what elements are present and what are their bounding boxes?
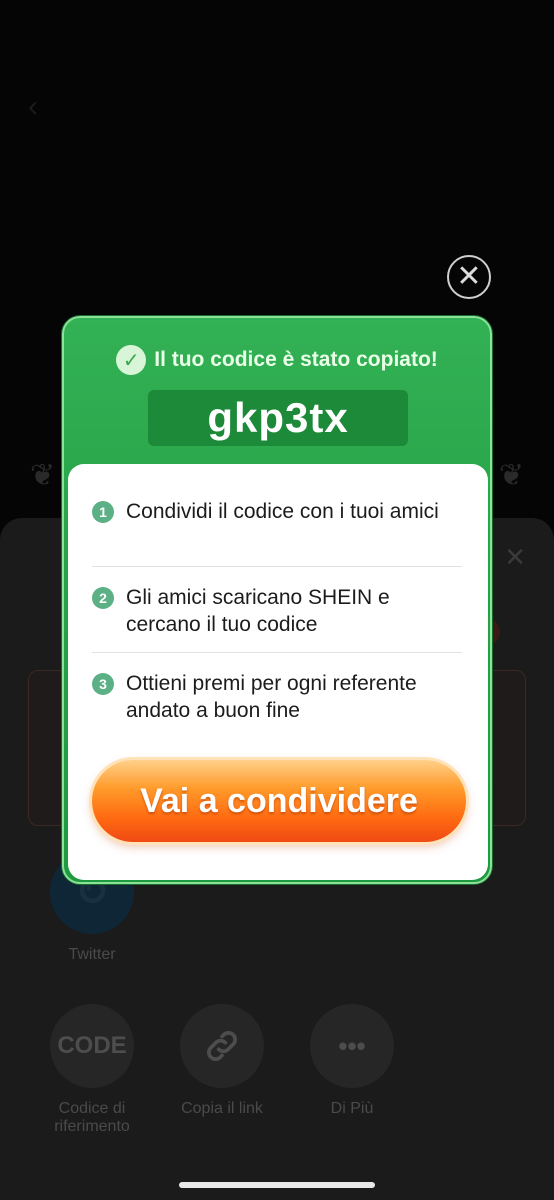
step-1-number: 1 [92, 501, 114, 523]
close-button[interactable]: ✕ [447, 255, 491, 299]
share-copy-link[interactable]: Copia il link [157, 1004, 287, 1118]
modal-header-text: Il tuo codice è stato copiato! [154, 348, 438, 371]
close-icon: ✕ [456, 260, 482, 293]
step-3: 3 Ottieni premi per ogni referente andat… [92, 670, 462, 724]
share-copy-link-label: Copia il link [181, 1100, 263, 1117]
modal-header: ✓ Il tuo codice è stato copiato! [64, 342, 490, 378]
background-header: ‹ [0, 70, 554, 250]
code-icon: CODE [50, 1004, 134, 1088]
step-2: 2 Gli amici scaricano SHEIN e cercano il… [92, 584, 462, 638]
share-more-label: Di Più [330, 1100, 374, 1117]
home-indicator [179, 1182, 375, 1188]
more-icon: ••• [310, 1004, 394, 1088]
divider [92, 652, 462, 653]
modal-steps: 1 Condividi il codice con i tuoi amici 2… [68, 464, 488, 880]
share-referral-code[interactable]: CODE Codice di riferimento [27, 1004, 157, 1136]
step-2-text: Gli amici scaricano SHEIN e cercano il t… [126, 586, 390, 636]
share-more[interactable]: ••• Di Più [287, 1004, 417, 1118]
sheet-close-icon: ✕ [504, 542, 526, 572]
share-button[interactable]: Vai a condividere [92, 760, 466, 842]
check-icon: ✓ [116, 345, 147, 375]
step-2-number: 2 [92, 587, 114, 609]
step-1-text: Condividi il codice con i tuoi amici [126, 500, 439, 523]
referral-code[interactable]: gkp3tx [148, 390, 408, 446]
step-3-number: 3 [92, 673, 114, 695]
divider [92, 566, 462, 567]
share-code-label: Codice di riferimento [54, 1100, 130, 1135]
step-1: 1 Condividi il codice con i tuoi amici [92, 498, 462, 525]
share-twitter-label: Twitter [68, 946, 116, 963]
code-copied-modal: ✓ Il tuo codice è stato copiato! gkp3tx … [62, 316, 492, 884]
laurel-left-icon: ❦ [30, 459, 56, 492]
back-icon: ‹ [28, 90, 38, 123]
laurel-right-icon: ❦ [498, 459, 524, 492]
link-icon [180, 1004, 264, 1088]
step-3-text: Ottieni premi per ogni referente andato … [126, 672, 417, 722]
